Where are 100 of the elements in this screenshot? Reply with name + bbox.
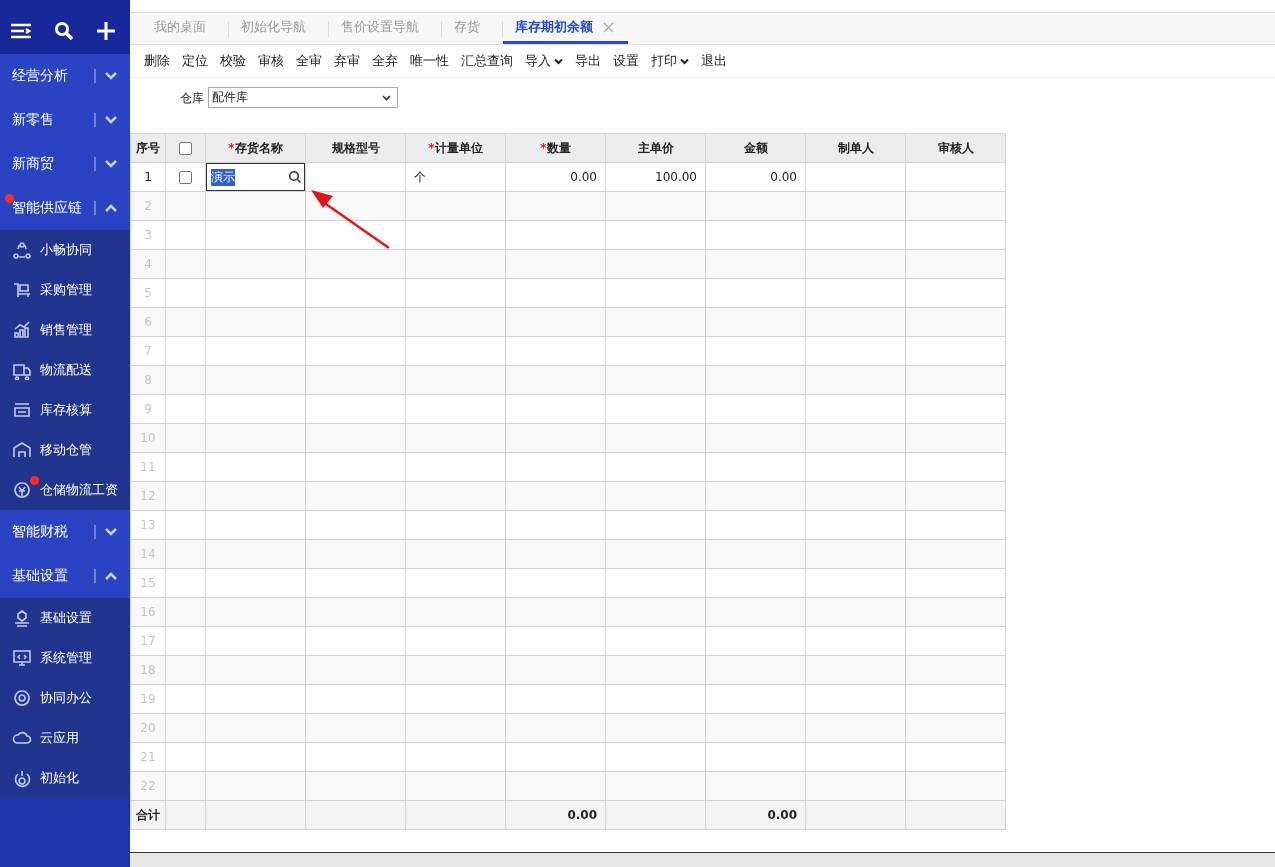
sidebar-group[interactable]: 智能财税 [0,510,130,554]
item-label: 库存核算 [40,401,92,419]
sidebar-item[interactable]: 物流配送 [0,350,130,390]
total-value: 0.00 [767,808,797,822]
column-header: 存货名称 [234,140,283,155]
menu-item-icon [12,480,32,500]
sidebar-item[interactable]: 销售管理 [0,310,130,350]
tab-label: 我的桌面 [154,18,206,36]
menu-item-icon [12,688,32,708]
menu-item-icon [12,608,32,628]
chevron-down-icon[interactable] [104,71,118,81]
item-label: 云应用 [40,729,79,747]
table-cell: 0.00 [570,170,597,184]
sidebar-item[interactable]: 云应用 [0,718,130,758]
tab-label: 售价设置导航 [341,18,419,36]
search-icon[interactable] [288,170,302,184]
row-number: 7 [130,336,166,366]
item-label: 移动仓管 [40,441,92,459]
total-value: 0.00 [567,808,597,822]
chevron-up-icon[interactable] [104,571,118,581]
chevron-down-icon[interactable] [104,159,118,169]
chevron-down-icon[interactable] [104,527,118,537]
menu-item-icon [12,240,32,260]
menu-item-icon [12,768,32,788]
row-number: 15 [130,568,166,598]
sidebar-group[interactable]: 新零售 [0,98,130,142]
sidebar-item[interactable]: 基础设置 [0,598,130,638]
toolbar-button[interactable]: 导出 [569,52,607,70]
sidebar-group[interactable]: 新商贸 [0,142,130,186]
table-cell: 个 [414,169,426,184]
checkbox[interactable] [179,142,192,155]
item-label: 采购管理 [40,281,92,299]
group-label: 新零售 [12,111,55,129]
item-label: 物流配送 [40,361,92,379]
sidebar-item[interactable]: 仓储物流工资 [0,470,130,510]
toolbar-button[interactable]: 唯一性 [404,52,455,70]
warehouse-select[interactable]: 配件库 [208,87,398,108]
toolbar-button[interactable]: 弃审 [328,52,366,70]
group-label: 基础设置 [12,567,69,585]
column-header: 数量 [546,140,571,155]
sidebar-item[interactable]: 小畅协同 [0,230,130,270]
sidebar-item[interactable]: 协同办公 [0,678,130,718]
column-header: 序号 [130,133,166,163]
sidebar-group[interactable]: 经营分析 [0,54,130,98]
toolbar-button[interactable]: 退出 [695,52,733,70]
column-header: 审核人 [937,140,974,155]
item-label: 小畅协同 [40,241,92,259]
toolbar-button[interactable]: 设置 [607,52,645,70]
sidebar-item[interactable]: 库存核算 [0,390,130,430]
item-label: 初始化 [40,769,79,787]
toolbar-button[interactable]: 校验 [214,52,252,70]
row-number: 3 [130,220,166,250]
checkbox[interactable] [179,171,192,184]
sidebar-group[interactable]: 智能供应链 [0,186,130,230]
chevron-down-icon[interactable] [104,115,118,125]
toolbar-button[interactable]: 删除 [138,52,176,70]
menu-item-icon [12,280,32,300]
row-number: 1 [130,162,166,192]
tab[interactable]: 库存期初余额 [503,13,628,44]
table-cell: 100.00 [655,170,697,184]
row-number: 21 [130,742,166,772]
menu-item-icon [12,440,32,460]
search-icon[interactable] [54,21,74,41]
tab-label: 库存期初余额 [515,18,593,36]
total-label: 合计 [130,800,166,830]
toolbar-button[interactable]: 全审 [290,52,328,70]
sidebar-item[interactable]: 系统管理 [0,638,130,678]
toolbar-button[interactable]: 全弃 [366,52,404,70]
chevron-up-icon[interactable] [104,203,118,213]
row-number: 9 [130,394,166,424]
column-header: 主单价 [637,140,674,155]
row-number: 13 [130,510,166,540]
lookup-field[interactable]: 演示 [206,163,305,191]
menu-item-icon [12,648,32,668]
tab-label: 初始化导航 [241,18,306,36]
toolbar-button[interactable]: 汇总查询 [455,52,519,70]
sidebar-item[interactable]: 移动仓管 [0,430,130,470]
column-header: 计量单位 [434,140,483,155]
group-label: 新商贸 [12,155,55,173]
toolbar-button[interactable]: 审核 [252,52,290,70]
menu-icon[interactable] [10,23,32,39]
item-label: 协同办公 [40,689,92,707]
row-number: 17 [130,626,166,656]
required-mark: * [228,140,235,155]
sidebar-item[interactable]: 采购管理 [0,270,130,310]
group-label: 智能财税 [12,523,69,541]
column-header: 制单人 [837,140,874,155]
item-label: 销售管理 [40,321,92,339]
plus-icon[interactable] [96,21,116,41]
sidebar-item[interactable]: 初始化 [0,758,130,798]
sidebar-group[interactable]: 基础设置 [0,554,130,598]
toolbar-button[interactable]: 定位 [176,52,214,70]
toolbar-button[interactable]: 打印 [645,52,695,70]
column-header: 金额 [743,140,768,155]
item-label: 基础设置 [40,609,92,627]
column-header: 规格型号 [331,140,380,155]
row-number: 5 [130,278,166,308]
caret-icon [382,94,391,101]
toolbar-button[interactable]: 导入 [519,52,569,70]
tab-label: 存货 [454,18,480,36]
